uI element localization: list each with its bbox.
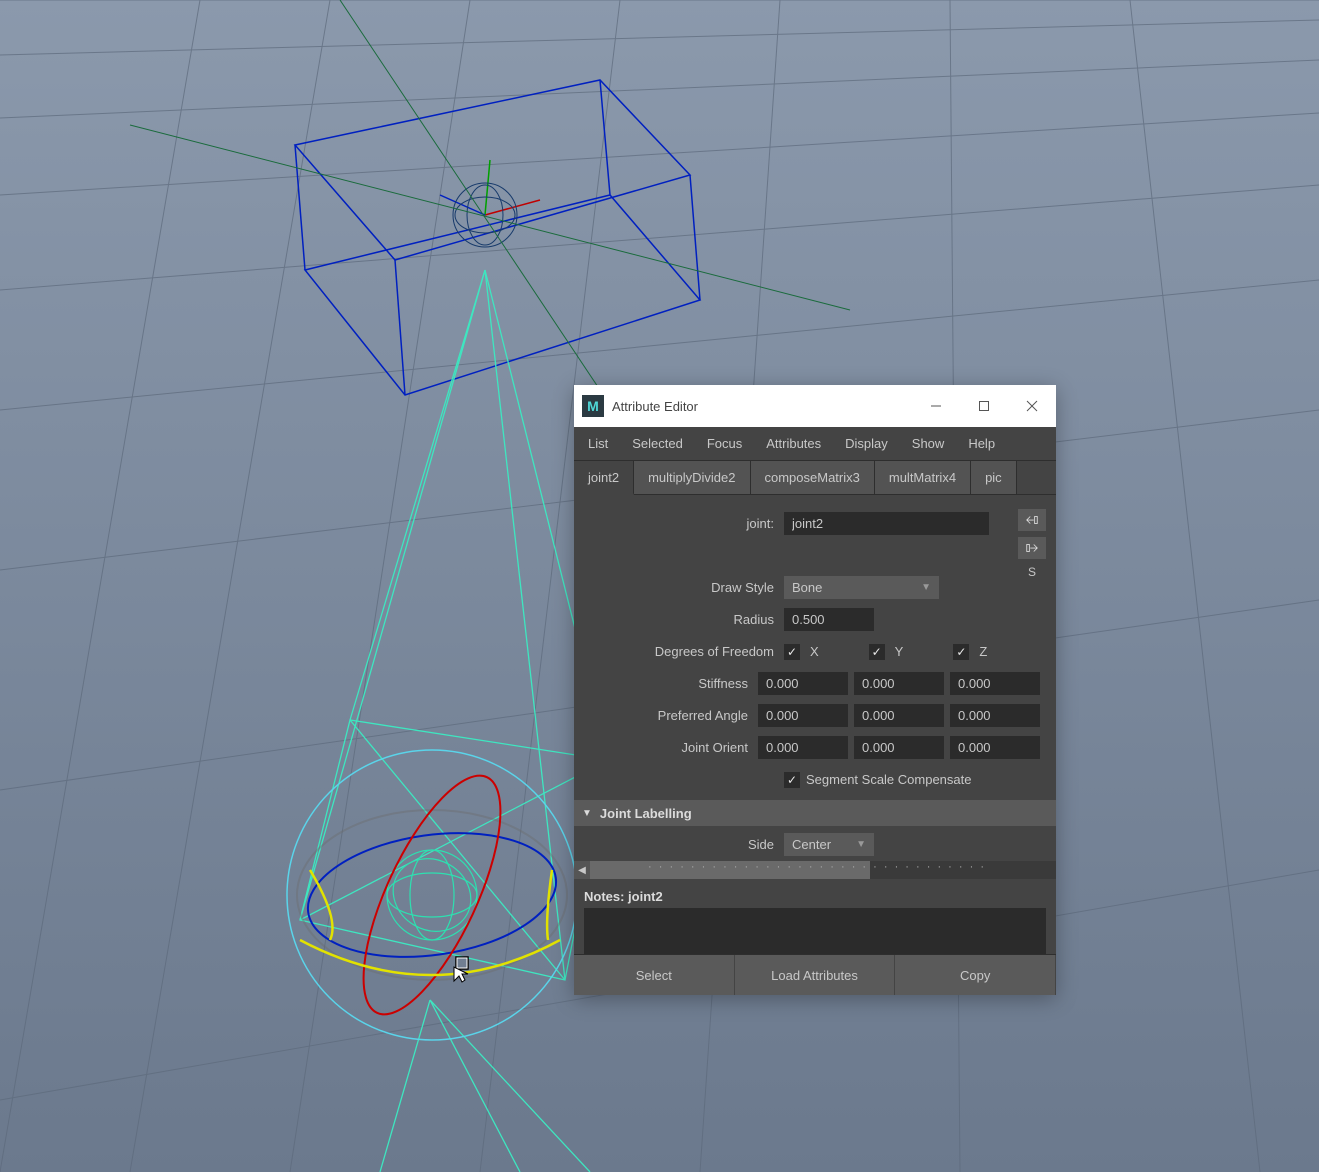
menu-list[interactable]: List	[588, 436, 608, 451]
attribute-editor-window: M Attribute Editor List Selected Focus A…	[574, 385, 1056, 995]
attribute-form: S joint: Draw Style Bone ▼ Radius Degree…	[574, 495, 1056, 954]
draw-style-label: Draw Style	[584, 580, 784, 595]
horizontal-scrollbar[interactable]: ◀ · · · · · · · · · · · · · · · · · · · …	[574, 861, 1056, 879]
copy-tab-button[interactable]: Copy	[895, 955, 1056, 995]
tab-composematrix3[interactable]: composeMatrix3	[751, 461, 875, 494]
tab-overflow[interactable]: pic	[971, 461, 1017, 494]
segment-scale-label: Segment Scale Compensate	[806, 772, 971, 787]
joint-name-label: joint:	[584, 516, 784, 531]
radius-label: Radius	[584, 612, 784, 627]
stiffness-z-input[interactable]	[950, 672, 1040, 695]
tab-multmatrix4[interactable]: multMatrix4	[875, 461, 971, 494]
dof-x-label: X	[810, 644, 819, 659]
notes-label: Notes: joint2	[584, 881, 1046, 908]
side-label-s: S	[1028, 565, 1036, 579]
stiffness-y-input[interactable]	[854, 672, 944, 695]
tab-multiplydivide2[interactable]: multiplyDivide2	[634, 461, 750, 494]
pref-angle-z-input[interactable]	[950, 704, 1040, 727]
dof-z-label: Z	[979, 644, 987, 659]
draw-style-select[interactable]: Bone ▼	[784, 576, 939, 599]
scroll-left-icon[interactable]: ◀	[574, 861, 590, 879]
close-button[interactable]	[1008, 385, 1056, 427]
dof-z-checkbox[interactable]	[953, 644, 969, 660]
dof-y-checkbox[interactable]	[869, 644, 885, 660]
focus-node-button[interactable]	[1018, 509, 1046, 531]
section-joint-labelling[interactable]: ▼ Joint Labelling	[574, 800, 1056, 826]
select-button[interactable]: Select	[574, 955, 735, 995]
collapse-arrow-icon: ▼	[582, 808, 592, 819]
orient-x-input[interactable]	[758, 736, 848, 759]
pref-angle-x-input[interactable]	[758, 704, 848, 727]
orient-z-input[interactable]	[950, 736, 1040, 759]
maximize-button[interactable]	[960, 385, 1008, 427]
load-attributes-button[interactable]: Load Attributes	[735, 955, 896, 995]
dof-label: Degrees of Freedom	[584, 644, 784, 659]
segment-scale-checkbox[interactable]	[784, 772, 800, 788]
radius-input[interactable]	[784, 608, 874, 631]
menu-selected[interactable]: Selected	[632, 436, 683, 451]
chevron-down-icon: ▼	[856, 839, 866, 850]
menu-show[interactable]: Show	[912, 436, 945, 451]
stiffness-label: Stiffness	[584, 676, 758, 691]
notes-textarea[interactable]	[584, 908, 1046, 954]
tab-joint2[interactable]: joint2	[574, 461, 634, 495]
menu-help[interactable]: Help	[968, 436, 995, 451]
side-value: Center	[792, 837, 831, 852]
joint-name-input[interactable]	[784, 512, 989, 535]
section-title: Joint Labelling	[600, 806, 692, 821]
window-title: Attribute Editor	[612, 399, 912, 414]
title-bar[interactable]: M Attribute Editor	[574, 385, 1056, 427]
side-label: Side	[584, 837, 784, 852]
pref-angle-y-input[interactable]	[854, 704, 944, 727]
node-tabs: joint2 multiplyDivide2 composeMatrix3 mu…	[574, 461, 1056, 495]
dof-x-checkbox[interactable]	[784, 644, 800, 660]
stiffness-x-input[interactable]	[758, 672, 848, 695]
orient-y-input[interactable]	[854, 736, 944, 759]
menu-focus[interactable]: Focus	[707, 436, 742, 451]
dots-decor: · · · · · · · · · · · · · · · · · · · · …	[648, 861, 986, 873]
draw-style-value: Bone	[792, 580, 822, 595]
dof-y-label: Y	[895, 644, 904, 659]
joint-orient-label: Joint Orient	[584, 740, 758, 755]
footer-buttons: Select Load Attributes Copy	[574, 954, 1056, 995]
minimize-button[interactable]	[912, 385, 960, 427]
maya-app-icon: M	[582, 395, 604, 417]
preferred-angle-label: Preferred Angle	[584, 708, 758, 723]
show-output-button[interactable]	[1018, 537, 1046, 559]
menu-bar: List Selected Focus Attributes Display S…	[574, 427, 1056, 461]
chevron-down-icon: ▼	[921, 582, 931, 593]
menu-attributes[interactable]: Attributes	[766, 436, 821, 451]
menu-display[interactable]: Display	[845, 436, 888, 451]
side-select[interactable]: Center ▼	[784, 833, 874, 856]
